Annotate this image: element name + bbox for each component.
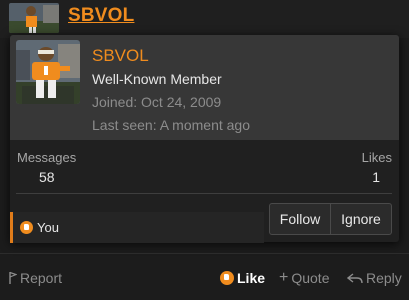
reactions-list[interactable]: You	[37, 220, 59, 235]
ignore-button[interactable]: Ignore	[330, 204, 391, 234]
post-header	[0, 0, 409, 38]
actions-divider	[0, 253, 409, 254]
quote-label: Quote	[291, 270, 330, 286]
member-joined: Joined: Oct 24, 2009	[92, 94, 222, 110]
member-name[interactable]: SBVOL	[92, 46, 149, 66]
report-flag-icon	[9, 271, 17, 284]
follow-ignore-group: Follow Ignore	[269, 203, 392, 235]
stats-divider	[16, 193, 392, 194]
plus-icon: +	[279, 269, 289, 286]
member-last-seen: Last seen: A moment ago	[92, 117, 250, 133]
messages-value: 58	[39, 169, 55, 185]
likes-label: Likes	[361, 150, 392, 165]
report-label: Report	[20, 270, 63, 286]
header-username[interactable]: SBVOL	[68, 5, 134, 27]
reply-button[interactable]: Reply	[347, 270, 402, 286]
like-reaction-icon	[20, 221, 33, 234]
reactions-bar[interactable]: You	[10, 212, 264, 243]
follow-button[interactable]: Follow	[270, 204, 330, 234]
like-button[interactable]: Like	[220, 270, 265, 286]
header-avatar[interactable]	[9, 3, 59, 33]
member-avatar[interactable]	[16, 40, 80, 104]
like-icon	[220, 271, 234, 285]
like-label: Like	[237, 270, 266, 286]
reply-label: Reply	[366, 270, 402, 286]
quote-button[interactable]: + Quote	[279, 269, 330, 287]
likes-value: 1	[372, 169, 380, 185]
messages-label: Messages	[17, 150, 77, 165]
reply-arrow-icon	[347, 273, 363, 284]
member-title: Well-Known Member	[92, 71, 222, 87]
report-button[interactable]: Report	[9, 270, 62, 286]
